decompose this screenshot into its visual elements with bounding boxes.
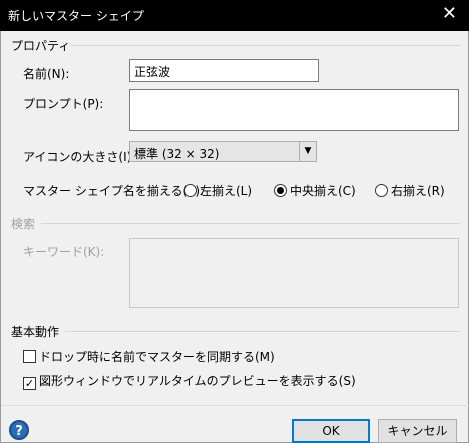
prompt-label: プロンプト(P): bbox=[23, 97, 104, 111]
title-bar: 新しいマスター シェイプ ✕ bbox=[0, 0, 469, 31]
align-center-label: 中央揃え(C) bbox=[290, 184, 356, 198]
dialog-body: プロパティ 名前(N): 正弦波 プロンプト(P): アイコンの大きさ(I): … bbox=[0, 31, 469, 443]
sync-by-name-checkbox[interactable]: ドロップ時に名前でマスターを同期する(M) bbox=[23, 348, 275, 365]
realtime-preview-checkbox[interactable]: ✓ 図形ウィンドウでリアルタイムのプレビューを表示する(S) bbox=[23, 372, 356, 390]
keyword-label: キーワード(K): bbox=[23, 245, 105, 259]
align-center-radio[interactable]: 中央揃え(C) bbox=[274, 182, 356, 199]
align-right-label: 右揃え(R) bbox=[391, 184, 445, 198]
properties-section-title: プロパティ bbox=[11, 39, 71, 53]
behavior-divider bbox=[65, 331, 460, 332]
align-label: マスター シェイプ名を揃える(A): bbox=[23, 184, 205, 198]
cancel-button[interactable]: キャンセル bbox=[378, 419, 457, 443]
name-input-value: 正弦波 bbox=[134, 65, 171, 79]
icon-size-select[interactable]: 標準 (32 × 32) ▼ bbox=[129, 141, 317, 162]
realtime-preview-label: 図形ウィンドウでリアルタイムのプレビューを表示する(S) bbox=[39, 374, 356, 388]
keyword-input[interactable] bbox=[129, 238, 459, 308]
radio-icon[interactable] bbox=[375, 184, 388, 197]
name-input[interactable]: 正弦波 bbox=[129, 59, 319, 82]
align-right-radio[interactable]: 右揃え(R) bbox=[375, 182, 445, 199]
close-icon[interactable]: ✕ bbox=[442, 3, 457, 25]
checkbox-icon[interactable] bbox=[23, 350, 36, 363]
icon-size-label: アイコンの大きさ(I): bbox=[23, 150, 136, 164]
window-title: 新しいマスター シェイプ bbox=[8, 9, 144, 23]
properties-divider bbox=[71, 45, 460, 46]
sync-by-name-label: ドロップ時に名前でマスターを同期する(M) bbox=[39, 350, 275, 364]
checkmark-icon[interactable]: ✓ bbox=[23, 377, 36, 390]
help-icon[interactable]: ? bbox=[9, 420, 29, 440]
ok-button[interactable]: OK bbox=[292, 419, 370, 443]
prompt-input[interactable] bbox=[129, 89, 459, 131]
radio-checked-icon[interactable] bbox=[274, 184, 287, 197]
name-label: 名前(N): bbox=[23, 67, 70, 81]
behavior-section-title: 基本動作 bbox=[11, 325, 60, 339]
radio-icon[interactable] bbox=[184, 184, 197, 197]
align-left-label: 左揃え(L) bbox=[200, 184, 253, 198]
align-left-radio[interactable]: 左揃え(L) bbox=[184, 182, 252, 199]
footer-divider bbox=[1, 405, 469, 406]
chevron-down-icon[interactable]: ▼ bbox=[299, 142, 316, 161]
icon-size-value: 標準 (32 × 32) bbox=[134, 147, 220, 161]
search-divider bbox=[41, 223, 460, 224]
search-section-title: 検索 bbox=[11, 217, 36, 231]
